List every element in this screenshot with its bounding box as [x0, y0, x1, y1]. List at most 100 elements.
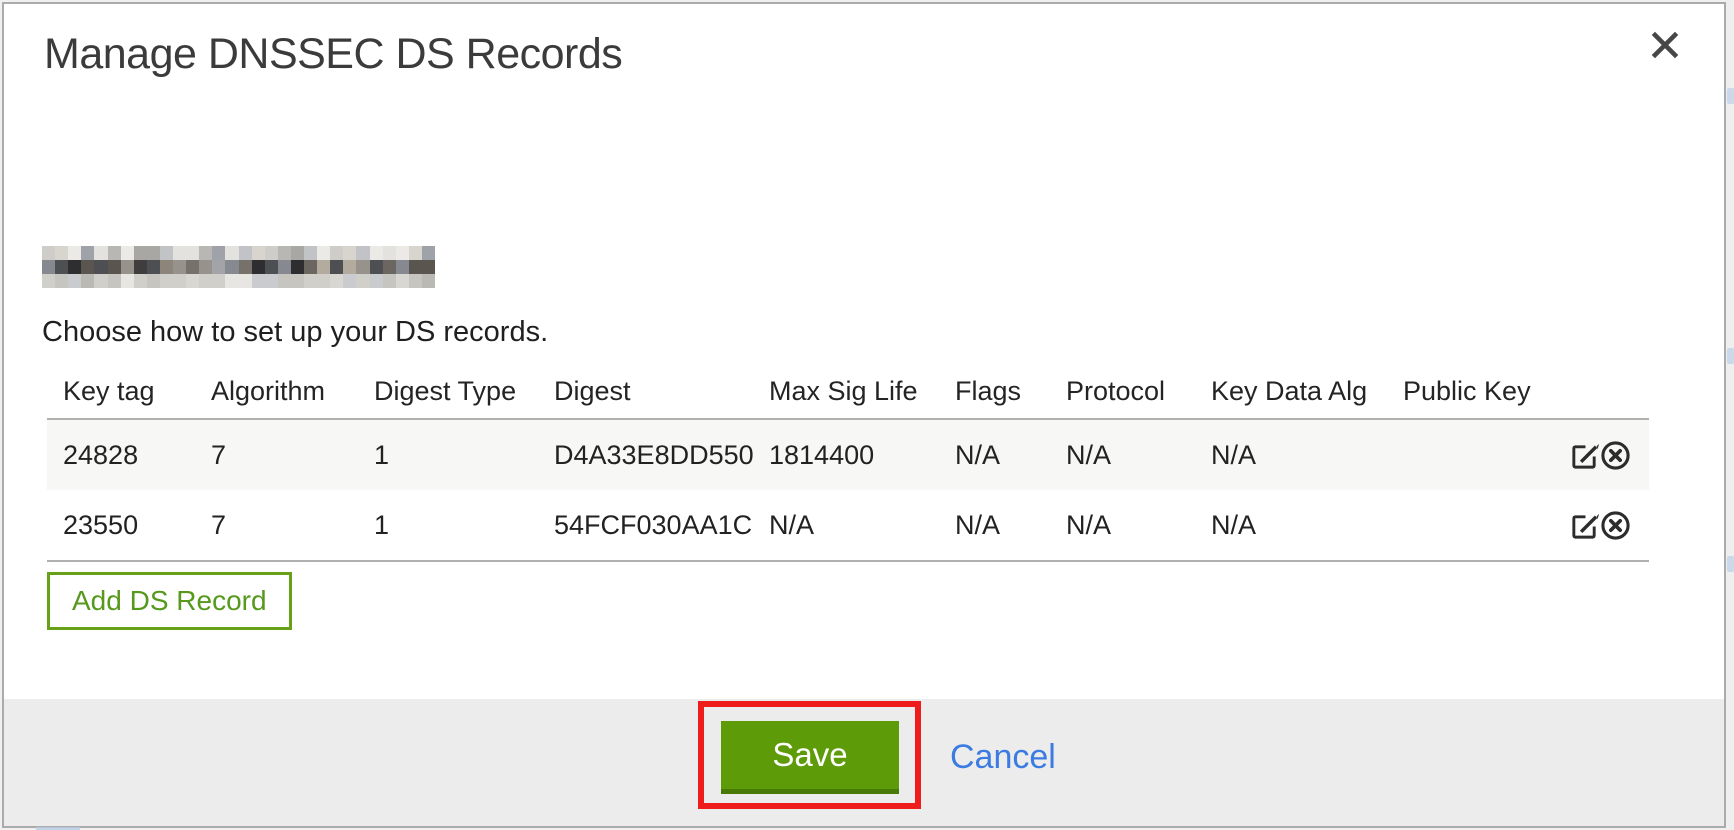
ds-records-table: Key tagAlgorithmDigest TypeDigestMax Sig…: [47, 364, 1649, 562]
cell-protocol: N/A: [1050, 490, 1195, 561]
column-header-algorithm: Algorithm: [195, 364, 358, 419]
redaction-pixel: [225, 260, 238, 274]
delete-record-button[interactable]: [1600, 510, 1631, 541]
table-row: 23550 7 1 54FCF030AA1C79... N/A N/A N/A …: [47, 490, 1649, 561]
edit-record-button[interactable]: [1569, 440, 1600, 471]
cell-actions: [1539, 419, 1649, 490]
cell-key-tag: 23550: [47, 490, 195, 561]
redaction-pixel: [304, 274, 317, 288]
redaction-pixel: [173, 246, 186, 260]
column-header-key-data-alg: Key Data Alg: [1195, 364, 1387, 419]
cell-protocol: N/A: [1050, 419, 1195, 490]
redaction-pixel: [291, 246, 304, 260]
redaction-pixel: [239, 274, 252, 288]
redaction-pixel: [239, 246, 252, 260]
redaction-pixel: [199, 274, 212, 288]
redaction-pixel: [422, 246, 435, 260]
cell-digest: 54FCF030AA1C79...: [538, 490, 753, 561]
close-icon: [1649, 29, 1681, 61]
save-button[interactable]: Save: [721, 721, 899, 794]
redaction-pixel: [239, 260, 252, 274]
cell-digest-type: 1: [358, 419, 538, 490]
redaction-pixel: [317, 260, 330, 274]
redaction-pixel: [212, 260, 225, 274]
cell-key-tag: 24828: [47, 419, 195, 490]
redaction-pixel: [383, 246, 396, 260]
redaction-pixel: [278, 274, 291, 288]
redaction-pixel: [147, 246, 160, 260]
redaction-pixel: [108, 274, 121, 288]
redaction-pixel: [409, 246, 422, 260]
redaction-pixel: [278, 260, 291, 274]
redaction-pixel: [225, 246, 238, 260]
redaction-pixel: [68, 260, 81, 274]
redaction-pixel: [383, 260, 396, 274]
redacted-domain-name: [42, 246, 435, 288]
redaction-pixel: [55, 260, 68, 274]
cell-key-data-alg: N/A: [1195, 419, 1387, 490]
redaction-pixel: [383, 274, 396, 288]
redaction-pixel: [396, 274, 409, 288]
redaction-pixel: [265, 260, 278, 274]
manage-dnssec-modal: Manage DNSSEC DS Records Choose how to s…: [2, 2, 1726, 828]
cell-flags: N/A: [939, 419, 1050, 490]
redaction-pixel: [68, 246, 81, 260]
edit-record-button[interactable]: [1569, 510, 1600, 541]
column-header-max-sig-life: Max Sig Life: [753, 364, 939, 419]
cell-digest-type: 1: [358, 490, 538, 561]
close-button[interactable]: [1646, 26, 1684, 64]
redaction-pixel: [409, 260, 422, 274]
redaction-pixel: [160, 246, 173, 260]
delete-record-button[interactable]: [1600, 440, 1631, 471]
cell-digest: D4A33E8DD550A9...: [538, 419, 753, 490]
redaction-pixel: [55, 246, 68, 260]
redaction-pixel: [121, 274, 134, 288]
redaction-pixel: [252, 246, 265, 260]
column-header-actions: [1539, 364, 1649, 419]
column-header-flags: Flags: [939, 364, 1050, 419]
redaction-pixel: [370, 260, 383, 274]
redaction-pixel: [212, 246, 225, 260]
cell-max-sig-life: N/A: [753, 490, 939, 561]
redaction-pixel: [343, 246, 356, 260]
column-header-public-key: Public Key: [1387, 364, 1539, 419]
redaction-pixel: [108, 246, 121, 260]
redaction-pixel: [265, 246, 278, 260]
redaction-pixel: [134, 274, 147, 288]
redaction-pixel: [94, 274, 107, 288]
redaction-pixel: [94, 246, 107, 260]
redaction-pixel: [317, 274, 330, 288]
redaction-pixel: [422, 274, 435, 288]
cell-public-key: [1387, 490, 1539, 561]
column-header-digest-type: Digest Type: [358, 364, 538, 419]
redaction-pixel: [304, 246, 317, 260]
redaction-pixel: [173, 260, 186, 274]
redaction-pixel: [81, 246, 94, 260]
redaction-pixel: [186, 260, 199, 274]
redaction-pixel: [173, 274, 186, 288]
redaction-pixel: [343, 260, 356, 274]
redaction-pixel: [186, 274, 199, 288]
redaction-pixel: [55, 274, 68, 288]
column-header-digest: Digest: [538, 364, 753, 419]
background-page-fragment: [1727, 348, 1734, 364]
redaction-pixel: [147, 260, 160, 274]
delete-icon: [1600, 510, 1631, 541]
redaction-pixel: [42, 260, 55, 274]
redaction-pixel: [370, 274, 383, 288]
redaction-pixel: [134, 260, 147, 274]
redaction-pixel: [160, 274, 173, 288]
redaction-pixel: [134, 246, 147, 260]
redaction-pixel: [147, 274, 160, 288]
redaction-pixel: [94, 260, 107, 274]
redaction-pixel: [330, 260, 343, 274]
cell-key-data-alg: N/A: [1195, 490, 1387, 561]
add-ds-record-button[interactable]: Add DS Record: [47, 572, 292, 630]
redaction-pixel: [396, 246, 409, 260]
redaction-pixel: [108, 260, 121, 274]
redaction-pixel: [121, 260, 134, 274]
redaction-pixel: [291, 260, 304, 274]
redaction-pixel: [42, 246, 55, 260]
cancel-link[interactable]: Cancel: [950, 738, 1056, 777]
redaction-pixel: [330, 246, 343, 260]
